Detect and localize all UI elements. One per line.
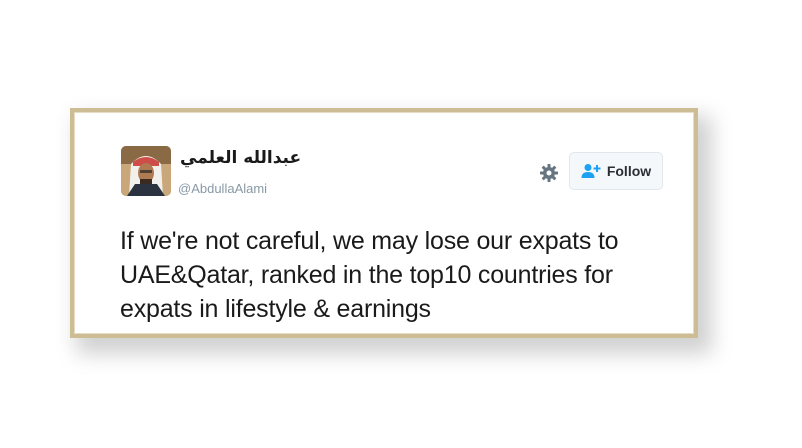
follow-button[interactable]: Follow	[569, 152, 663, 190]
tweet-text-line: UAE&Qatar, ranked in the top10 countries…	[120, 261, 613, 289]
tweet-text-line: If we're not careful, we may lose our ex…	[120, 227, 619, 255]
follow-label: Follow	[606, 163, 652, 179]
add-user-icon	[581, 163, 601, 179]
user-handle[interactable]: @AbdullaAlami	[178, 181, 267, 196]
tweet-card: عبدالله العلمي @AbdullaAlami Follow If w…	[70, 108, 698, 338]
tweet-text-line: expats in lifestyle & earnings	[120, 295, 431, 323]
avatar[interactable]	[121, 146, 171, 196]
display-name[interactable]: عبدالله العلمي	[180, 148, 301, 168]
tweet-text: If we're not careful, we may lose our ex…	[120, 224, 680, 326]
screenshot-stage: عبدالله العلمي @AbdullaAlami Follow If w…	[0, 0, 802, 448]
gear-icon[interactable]	[539, 163, 559, 183]
